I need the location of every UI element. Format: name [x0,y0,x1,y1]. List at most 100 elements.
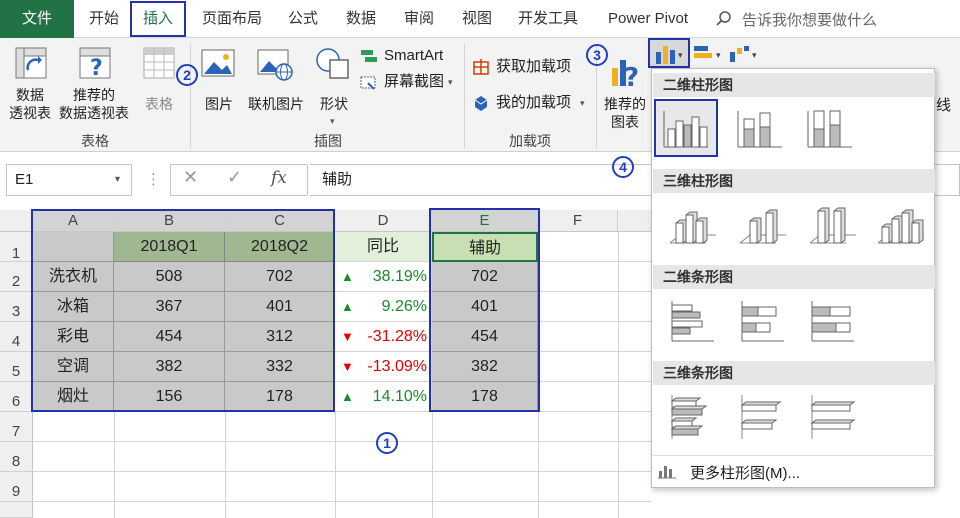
recommended-pivot-label-1: 推荐的 [73,87,115,103]
tab-page-layout[interactable]: 页面布局 [196,0,268,38]
my-addins-label: 我的加载项 [496,94,572,111]
online-picture-icon [257,49,293,81]
picture-button[interactable]: 图片 [196,44,242,124]
more-column-charts-item[interactable]: 更多柱形图(M)... [656,459,932,485]
picture-label: 图片 [205,96,233,112]
smartart-icon [361,50,377,62]
waterfall-chart-icon[interactable]: ▾ [728,44,762,64]
3d-stacked-column-option[interactable] [732,197,788,253]
tab-formulas[interactable]: 公式 [280,0,326,38]
column-header-g[interactable] [618,210,652,232]
tab-home[interactable]: 开始 [84,0,124,38]
clustered-column-option[interactable] [654,99,718,157]
stacked-bar-option[interactable] [732,293,788,349]
shapes-icon [316,48,349,79]
formula-bar-grip-icon: ⋮ [146,171,161,188]
table-button[interactable]: 表格 [138,44,180,124]
cell-yoy-change[interactable]: ▲ 14.10% [335,382,432,412]
step-3-marker: 3 [586,44,608,66]
svg-text:?: ? [90,56,103,80]
3d-stacked-bar-option[interactable] [732,389,788,445]
recommended-pivot-label-2: 数据透视表 [59,105,129,121]
tab-view[interactable]: 视图 [454,0,500,38]
up-arrow-icon: ▲ [341,299,354,314]
tab-power-pivot[interactable]: Power Pivot [598,0,698,38]
step-4-marker: 4 [612,156,634,178]
tab-data[interactable]: 数据 [338,0,384,38]
shapes-dropdown-icon: ▾ [330,116,335,126]
row-header-1[interactable]: 1 [0,232,33,262]
3d-column-option[interactable] [870,197,926,253]
column-chart-button[interactable]: ▾ [648,38,690,68]
up-arrow-icon: ▲ [341,269,354,284]
stacked-column-option[interactable] [730,101,786,157]
online-picture-button[interactable]: 联机图片 [244,44,308,124]
picture-icon [201,49,235,77]
100-stacked-bar-option[interactable] [802,293,858,349]
my-addins-button[interactable]: 我的加载项 ▾ [472,92,596,114]
row-header-5[interactable]: 5 [0,352,33,382]
svg-text:▾: ▾ [716,50,721,60]
my-addins-dropdown-icon: ▾ [580,98,585,108]
yoy-percent: -31.28% [367,328,427,345]
column-header-f[interactable]: F [538,210,618,232]
row-header-9[interactable]: 9 [0,472,33,502]
recommended-charts-icon: ? [612,60,639,88]
tab-review[interactable]: 审阅 [396,0,442,38]
cell-yoy-change[interactable]: ▼ -13.09% [335,352,432,382]
tab-insert[interactable]: 插入 [130,1,186,37]
100-stacked-column-option[interactable] [800,101,856,157]
step-2-marker: 2 [176,64,198,86]
up-arrow-icon: ▲ [341,389,354,404]
group-label-table: 表格 [81,133,109,149]
row-header-2[interactable]: 2 [0,262,33,292]
name-box[interactable]: E1 ▾ [6,164,132,196]
cell-yoy-change[interactable]: ▲ 38.19% [335,262,432,292]
tell-me-search[interactable]: 告诉我你想要做什么 [716,9,946,29]
clustered-bar-option[interactable] [662,293,718,349]
section-2d-column: 二维柱形图 [653,73,935,97]
line-sparkline-label: 线 [936,97,952,114]
row-header-10[interactable] [0,502,33,518]
cancel-icon[interactable]: ✕ [183,167,198,188]
3d-100-stacked-bar-option[interactable] [802,389,858,445]
tab-developer[interactable]: 开发工具 [512,0,584,38]
column-chart-dropdown: 二维柱形图 三维柱形图 二维条形图 三维条形图 更多柱形图(M)... [651,68,935,488]
screenshot-button[interactable]: 屏幕截图 ▾ [360,72,460,92]
row-header-6[interactable]: 6 [0,382,33,412]
row-header-7[interactable]: 7 [0,412,33,442]
svg-text:▾: ▾ [678,50,683,60]
tab-file[interactable]: 文件 [0,0,74,38]
ribbon-divider [190,44,191,148]
bar-chart-icon[interactable]: ▾ [692,44,726,64]
down-arrow-icon: ▼ [341,329,354,344]
row-header-8[interactable]: 8 [0,442,33,472]
svg-text:?: ? [624,63,639,88]
column-header-d[interactable]: D [335,210,432,232]
screenshot-icon [360,76,376,90]
ribbon-tab-bar: 文件 开始 插入 页面布局 公式 数据 审阅 视图 开发工具 Power Piv… [0,0,960,38]
recommended-charts-label-2: 图表 [611,114,639,130]
row-header-3[interactable]: 3 [0,292,33,322]
cell-yoy-change[interactable]: ▲ 9.26% [335,292,432,322]
cell-yoy-change[interactable]: ▼ -31.28% [335,322,432,352]
enter-icon[interactable]: ✓ [227,167,242,188]
select-all-corner[interactable] [0,210,33,232]
row-header-4[interactable]: 4 [0,322,33,352]
recommended-pivot-button[interactable]: ? 推荐的 数据透视表 [56,44,132,124]
name-box-dropdown-icon: ▾ [115,174,121,185]
search-icon [716,11,731,26]
more-column-charts-label: 更多柱形图(M)... [690,465,800,482]
shapes-button[interactable]: 形状 ▾ [312,44,356,126]
3d-100-stacked-column-option[interactable] [802,197,858,253]
pivot-table-button[interactable]: 数据 透视表 [4,44,56,124]
3d-clustered-bar-option[interactable] [662,389,718,445]
3d-clustered-column-option[interactable] [662,197,718,253]
selection-a-c-outline [31,209,335,412]
group-label-addins: 加载项 [509,133,551,149]
cell-d1[interactable]: 同比 [335,232,432,262]
get-addins-button[interactable]: 获取加载项 [472,56,592,78]
smartart-button[interactable]: SmartArt [360,46,460,66]
insert-function-button[interactable]: fx [271,168,287,188]
section-3d-bar: 三维条形图 [653,361,935,385]
